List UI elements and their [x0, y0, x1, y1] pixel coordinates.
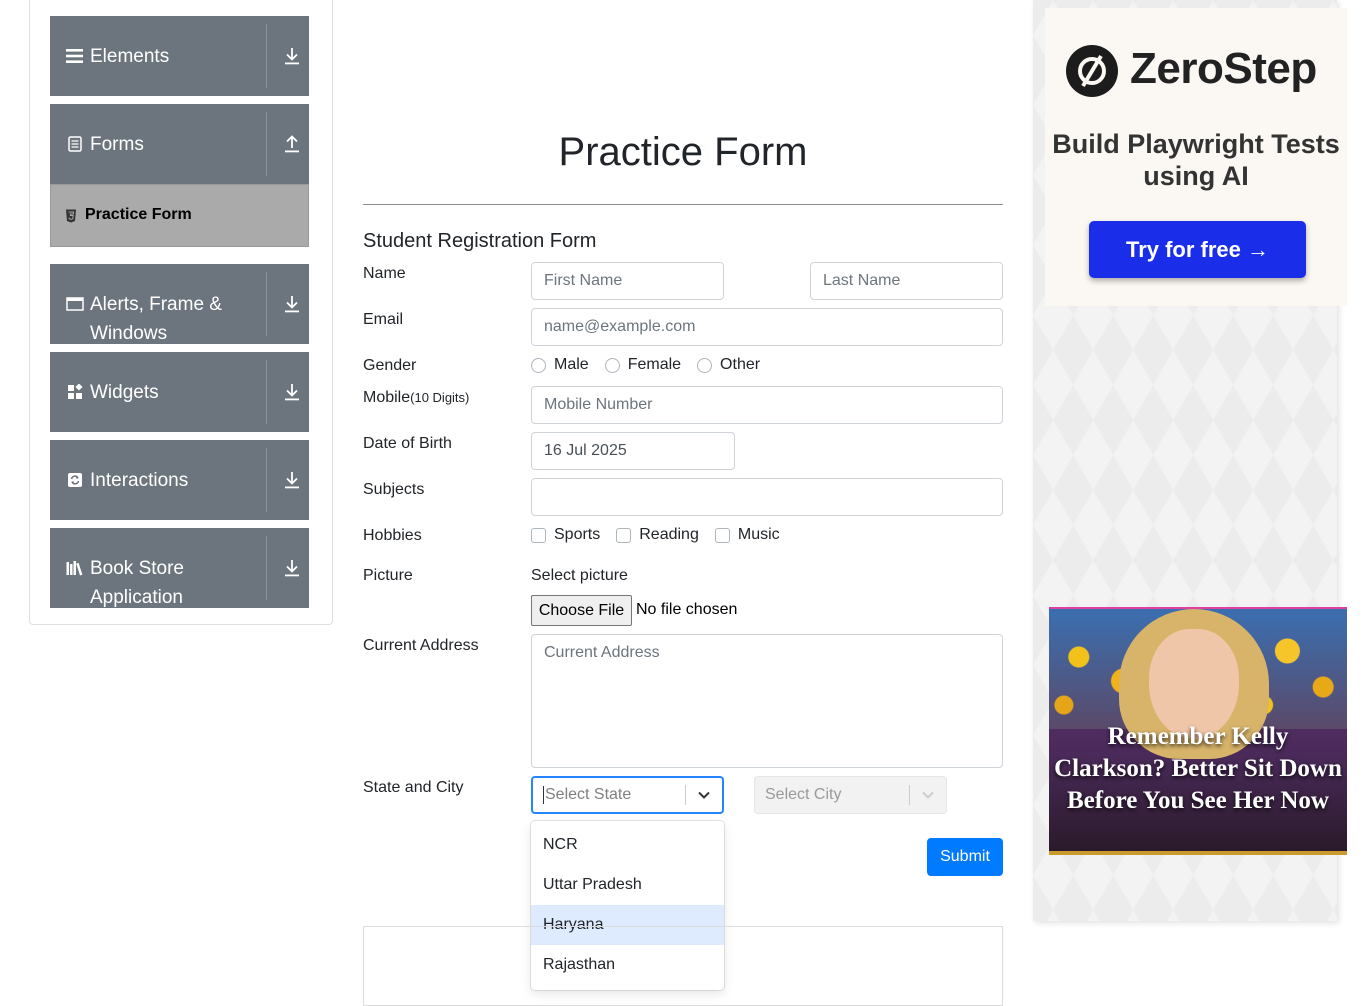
divider: [266, 360, 267, 424]
download-arrow-icon[interactable]: [282, 469, 302, 491]
checkbox[interactable]: [714, 527, 730, 543]
zerostep-brand: ZeroStep: [1130, 44, 1317, 93]
upload-arrow-icon[interactable]: [282, 133, 302, 155]
chevron-down-icon[interactable]: [910, 790, 946, 800]
mobile-label: Mobile(10 Digits): [363, 389, 469, 407]
widgets-icon: [66, 383, 84, 401]
interactions-icon: [66, 471, 84, 489]
sidebar-group-alerts[interactable]: Alerts, Frame & Windows: [50, 264, 309, 344]
dob-label: Date of Birth: [363, 435, 452, 452]
city-placeholder: Select City: [765, 786, 842, 803]
hobby-option-reading[interactable]: Reading: [616, 526, 699, 544]
download-arrow-icon[interactable]: [282, 381, 302, 403]
option-label: Other: [720, 356, 761, 373]
city-select[interactable]: Select City: [754, 776, 947, 814]
ad-headline: Remember Kelly Clarkson? Better Sit Down…: [1054, 723, 1342, 814]
subjects-label: Subjects: [363, 481, 425, 498]
sidebar-group-label: Forms: [90, 134, 144, 155]
sidebar-group-label: Book Store Application: [90, 558, 184, 608]
checkbox[interactable]: [616, 527, 632, 543]
download-arrow-icon[interactable]: [282, 557, 302, 579]
sidebar-group-label: Elements: [90, 46, 170, 67]
gender-option-male[interactable]: Male: [531, 356, 589, 374]
hobby-option-music[interactable]: Music: [714, 526, 780, 544]
submit-button[interactable]: Submit: [927, 838, 1003, 876]
mobile-hint: (10 Digits): [410, 390, 470, 405]
subjects-input[interactable]: [531, 478, 1003, 516]
first-name-input[interactable]: [531, 262, 724, 300]
hobbies-label: Hobbies: [363, 527, 422, 544]
sidebar-group-elements[interactable]: Elements: [50, 16, 309, 96]
current-address-input[interactable]: [531, 634, 1003, 768]
divider: [266, 24, 267, 88]
divider: [363, 204, 1003, 205]
date-of-birth-input[interactable]: 16 Jul 2025: [531, 432, 735, 470]
download-arrow-icon[interactable]: [282, 293, 302, 315]
mobile-label-text: Mobile: [363, 389, 411, 406]
option-label: Male: [554, 356, 589, 373]
state-placeholder: Select State: [545, 786, 632, 804]
html5-icon: [65, 209, 77, 223]
sidebar-group-widgets[interactable]: Widgets: [50, 352, 309, 432]
books-icon: [66, 559, 84, 577]
divider: [266, 536, 267, 600]
email-input[interactable]: [531, 308, 1003, 346]
sidebar-group-label: Alerts, Frame & Windows: [90, 294, 222, 344]
form-heading: Student Registration Form: [363, 230, 597, 252]
sidebar-group-book-store[interactable]: Book Store Application: [50, 528, 309, 608]
current-address-label: Current Address: [363, 637, 479, 654]
state-select[interactable]: Select State: [531, 776, 724, 814]
window-icon: [66, 295, 84, 313]
state-city-label: State and City: [363, 779, 464, 796]
option-label: Female: [627, 356, 682, 373]
radio-button[interactable]: [531, 357, 546, 373]
checkbox[interactable]: [531, 527, 546, 543]
dropdown-option[interactable]: NCR: [531, 825, 724, 865]
sidebar-group-interactions[interactable]: Interactions: [50, 440, 309, 520]
radio-button[interactable]: [604, 357, 620, 373]
gender-label: Gender: [363, 357, 417, 374]
option-label: Music: [737, 526, 780, 543]
dropdown-option[interactable]: Uttar Pradesh: [531, 865, 724, 905]
sidebar-group-label: Widgets: [90, 382, 159, 403]
select-picture-label: Select picture: [531, 567, 628, 584]
file-status: No file chosen: [636, 601, 738, 618]
list-icon: [66, 47, 84, 65]
gender-option-other[interactable]: Other: [697, 356, 760, 374]
mobile-input[interactable]: [531, 386, 1003, 424]
footer-ad-container: [363, 926, 1003, 1006]
try-for-free-button[interactable]: Try for free →: [1089, 221, 1306, 278]
hobby-option-sports[interactable]: Sports: [531, 526, 600, 544]
email-label: Email: [363, 311, 404, 328]
gender-option-female[interactable]: Female: [604, 356, 682, 374]
option-label: Reading: [639, 526, 699, 543]
divider: [266, 448, 267, 512]
last-name-input[interactable]: [810, 262, 1003, 300]
text-cursor: [543, 785, 544, 804]
option-label: Sports: [554, 526, 601, 543]
menu-item-label: Practice Form: [85, 206, 192, 223]
page-title: Practice Form: [558, 130, 808, 174]
zerostep-logo-icon: [1065, 44, 1119, 98]
download-arrow-icon[interactable]: [282, 45, 302, 67]
divider: [266, 272, 267, 336]
radio-button[interactable]: [697, 357, 713, 373]
choose-file-button[interactable]: Choose File: [531, 595, 632, 626]
state-select-value: Select State: [533, 785, 685, 804]
sidebar-group-label: Interactions: [90, 470, 189, 491]
name-label: Name: [363, 265, 406, 282]
menu-item-practice-form[interactable]: Practice Form: [50, 184, 309, 247]
gender-radio-group: Male Female Other: [531, 356, 776, 374]
sidebar-group-forms[interactable]: Forms: [50, 104, 309, 184]
kelly-clarkson-ad[interactable]: Remember Kelly Clarkson? Better Sit Down…: [1049, 607, 1347, 855]
divider: [266, 112, 267, 176]
zerostep-ad[interactable]: ZeroStep Build Playwright Tests using AI…: [1045, 8, 1347, 306]
document-icon: [66, 135, 84, 153]
picture-label: Picture: [363, 567, 413, 584]
hobbies-checkbox-group: Sports Reading Music: [531, 526, 796, 544]
chevron-down-icon[interactable]: [686, 790, 722, 800]
zerostep-tagline: Build Playwright Tests using AI: [1052, 129, 1340, 191]
